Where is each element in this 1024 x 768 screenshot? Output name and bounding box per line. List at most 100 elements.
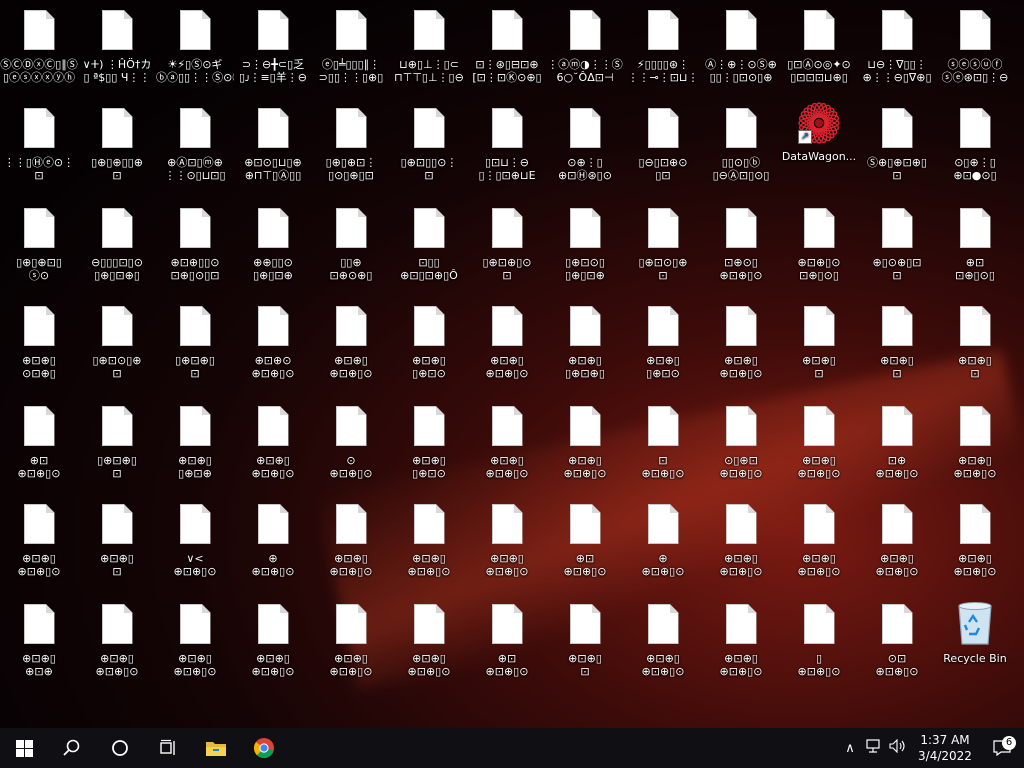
desktop-file-icon[interactable]: ⊕ ⊕⊡⊕▯⊙ xyxy=(234,494,312,586)
desktop-file-icon[interactable]: ⊕⊡⊕▯ ▯⊕⊡⊙ xyxy=(390,296,468,388)
desktop-file-icon[interactable]: ⊕Ⓐ⊡▯ⓜ⊕ ⋮⋮⊙▯⊔⊡▯ xyxy=(156,98,234,190)
desktop-file-icon[interactable]: ⊕⊡⊕▯ ⊕⊡⊕▯⊙ xyxy=(468,396,546,488)
desktop-file-icon[interactable]: ▯⊖▯⊡⊕⊙ ▯⊡ xyxy=(624,98,702,190)
desktop-file-icon[interactable]: ⊕⊡⊕▯ ⊕⊡⊕▯⊙ xyxy=(390,594,468,686)
desktop-file-icon[interactable]: ⓔ▯╧▯▯▯∥⋮ ⊃▯▯⋮⋮▯⊕▯ xyxy=(312,0,390,92)
desktop-file-icon[interactable]: ▯⊡Ⓐ⊙◎✦⊙ ▯⊡⊡⊡⊔⊕▯ xyxy=(780,0,858,92)
desktop-file-icon[interactable]: ⊙▯⊕⋮▯ ⊕⊡●⊙▯ xyxy=(936,98,1014,190)
desktop-file-icon[interactable]: ⊕⊡⊕▯ ⊕⊡⊕▯⊙ xyxy=(0,494,78,586)
desktop-file-icon[interactable]: ▯⊕▯⊕▯▯⊕ ⊡ xyxy=(78,98,156,190)
desktop-file-icon[interactable]: ⊖▯▯▯⊡▯⊙ ▯⊕▯⊡⊕▯ xyxy=(78,198,156,290)
desktop-file-icon[interactable]: ⓢⓔⓢⓤⓕ ⓢⓔ⊛⊡▯⋮⊖ xyxy=(936,0,1014,92)
desktop-file-icon[interactable]: ▯⊕⊡⊙▯⊕ ⊡ xyxy=(78,296,156,388)
desktop-file-icon[interactable]: ⊕⊡⊕▯⊙ ⊡⊕▯⊙▯ xyxy=(780,198,858,290)
desktop-file-icon[interactable]: ▯⊕▯⊕⊡▯ ⓢ⊙ xyxy=(0,198,78,290)
desktop-file-icon[interactable]: ⊕⊡⊕▯ ▯⊕⊡⊙ xyxy=(624,296,702,388)
desktop-file-icon[interactable]: ▯⊕⊡⊕▯⊙ ⊡ xyxy=(468,198,546,290)
desktop-file-icon[interactable]: ▯⊕⊡⊕▯ ⊡ xyxy=(78,396,156,488)
search-button[interactable] xyxy=(48,728,96,768)
desktop-file-icon[interactable]: ▯⊕⊡▯▯⊙⋮ ⊡ xyxy=(390,98,468,190)
desktop-file-icon[interactable]: ⊕⊡⊙▯⊔▯⊕ ⊕⊓⊤▯Ⓐ▯▯ xyxy=(234,98,312,190)
desktop-file-icon[interactable]: ⊡⋮⊛▯⊟⊡⊕ [⊡⋮⊡Ⓚ⊙⊕▯ xyxy=(468,0,546,92)
desktop-file-icon[interactable]: ▯⊕⊡⊙▯⊕ ⊡ xyxy=(624,198,702,290)
clock[interactable]: 1:37 AM 3/4/2022 xyxy=(910,732,980,764)
chevron-up-icon[interactable]: ∧ xyxy=(838,741,862,756)
desktop-file-icon[interactable]: ⊕⊡⊕▯ ⊕⊡⊕▯⊙ xyxy=(546,396,624,488)
desktop-file-icon[interactable]: ⊕⊡⊕▯ ⊡ xyxy=(936,296,1014,388)
desktop-file-icon[interactable]: ⓈⒸⒹⓧⒸ▯∥Ⓢ ▯ⓔⓢⓧⓧⓨⓗ xyxy=(0,0,78,92)
desktop-file-icon[interactable]: ⊕⊡⊕⊙ ⊕⊡⊕▯⊙ xyxy=(234,296,312,388)
desktop-file-icon[interactable]: Ⓢ⊕▯⊕⊡⊕▯ ⊡ xyxy=(858,98,936,190)
desktop-file-icon[interactable]: ⊕⊡⊕▯ ⊕⊡⊕▯⊙ xyxy=(780,494,858,586)
desktop-file-icon[interactable]: ⚡▯▯▯▯⊛⋮ ⋮⋮⊸⋮⊡⊔⋮ xyxy=(624,0,702,92)
desktop-file-icon[interactable]: ⊕⊡ ⊕⊡⊕▯⊙ xyxy=(468,594,546,686)
start-button[interactable] xyxy=(0,728,48,768)
desktop-file-icon[interactable]: ⊙⊡ ⊕⊡⊕▯⊙ xyxy=(858,594,936,686)
notification-button[interactable]: 6 xyxy=(980,736,1024,756)
desktop-file-icon[interactable]: ⊕⊡⊕▯ ⊡ xyxy=(780,296,858,388)
desktop-file-icon[interactable]: ∨ⵜ) ⋮ĤÖ†カ ▯ ª$▯▯ Ч⋮⋮ xyxy=(78,0,156,92)
desktop-file-icon[interactable]: ⊕⊡⊕▯ ⊡ xyxy=(78,494,156,586)
desktop-file-icon[interactable]: ⊔⊕▯⊥⋮▯⊂ ⊓⊤⊤▯⊥⋮▯⊖ xyxy=(390,0,468,92)
desktop-file-icon[interactable]: ⊕⊡⊕▯ ⊡ xyxy=(858,296,936,388)
desktop-file-icon[interactable]: ⊕⊡ ⊕⊡⊕▯⊙ xyxy=(0,396,78,488)
desktop-file-icon[interactable]: ▯⊡⊔⋮⊖ ▯⋮▯⊡⊕⊔E xyxy=(468,98,546,190)
desktop-file-icon[interactable]: ⊕⊡⊕▯▯⊙ ⊡⊕▯⊙▯⊡ xyxy=(156,198,234,290)
desktop-file-icon[interactable]: ⊕⊡⊕▯ ⊕⊡⊕▯⊙ xyxy=(702,494,780,586)
desktop-file-icon[interactable]: ⋮⋮▯Ⓗⓔ⊙⋮ ⊡ xyxy=(0,98,78,190)
desktop-file-icon[interactable]: ⊕⊡⊕▯ ⊕⊡⊕ xyxy=(0,594,78,686)
desktop-file-icon[interactable]: ⊕▯⊙⊕▯⊡ ⊡ xyxy=(858,198,936,290)
desktop-file-icon[interactable]: ⊡⊕ ⊕⊡⊕▯⊙ xyxy=(858,396,936,488)
desktop-file-icon[interactable]: ⊕⊕▯▯⊙ ▯⊕▯⊡⊕ xyxy=(234,198,312,290)
desktop-file-icon[interactable]: ∨< ⊕⊡⊕▯⊙ xyxy=(156,494,234,586)
desktop-file-icon[interactable]: ⊕⊡⊕▯ ⊕⊡⊕▯⊙ xyxy=(702,594,780,686)
desktop-file-icon[interactable]: ⊙⊕⋮▯ ⊕⊡Ⓗ⊛▯⊙ xyxy=(546,98,624,190)
desktop-file-icon[interactable]: ⊕⊡⊕▯ ⊕⊡⊕▯⊙ xyxy=(312,594,390,686)
desktop-file-icon[interactable]: ⊕⊡⊕▯ ⊕⊡⊕▯⊙ xyxy=(78,594,156,686)
desktop-file-icon[interactable]: ⊕⊡⊕▯ ⊕⊡⊕▯⊙ xyxy=(312,296,390,388)
desktop-file-icon[interactable]: ⊕⊡⊕▯ ▯⊕⊡⊕▯ xyxy=(546,296,624,388)
desktop-file-icon[interactable]: ⊕⊡⊕▯ ⊕⊡⊕▯⊙ xyxy=(234,594,312,686)
desktop[interactable]: ⓈⒸⒹⓧⒸ▯∥Ⓢ ▯ⓔⓢⓧⓧⓨⓗ ∨ⵜ) ⋮ĤÖ†カ ▯ ª$▯▯ Ч⋮⋮ ☀⚡▯Ⓢ⊙ギ… xyxy=(0,0,1024,728)
file-explorer-button[interactable] xyxy=(192,728,240,768)
desktop-file-icon[interactable]: ⊃⋮⊖╋⊂▯乏 ▯ᴊ⋮≡▯羊⋮⊖ xyxy=(234,0,312,92)
desktop-file-icon[interactable]: ⊕⊡⊕▯ ⊕⊡⊕▯⊙ xyxy=(858,494,936,586)
desktop-file-icon[interactable]: ⊔⊖⋮∇▯▯⋮ ⊕⋮⋮⊖▯∇⊕▯ xyxy=(858,0,936,92)
desktop-file-icon[interactable]: ▯⊕▯⊕⊡⋮ ▯⊙▯⊕▯⊡ xyxy=(312,98,390,190)
desktop-file-icon[interactable]: ⊕⊡⊕▯ ⊕⊡⊕▯⊙ xyxy=(390,494,468,586)
desktop-file-icon[interactable]: ⊕⊡ ⊡⊕▯⊙▯ xyxy=(936,198,1014,290)
desktop-file-icon[interactable]: ⊕⊡⊕▯ ⊕⊡⊕▯⊙ xyxy=(312,494,390,586)
desktop-file-icon[interactable]: ⊙▯⊕⊡ ⊕⊡⊕▯⊙ xyxy=(702,396,780,488)
desktop-file-icon[interactable]: ▯▯⊙▯ⓑ ▯⊖Ⓐ⊡▯⊙▯ xyxy=(702,98,780,190)
desktop-file-icon[interactable]: ⊕⊡⊕▯ ▯⊕⊡⊕ xyxy=(156,396,234,488)
datawagon-shortcut[interactable]: ↗ DataWagon... xyxy=(780,98,858,190)
desktop-file-icon[interactable]: ⊕⊡⊕▯ ▯⊕⊡⊙ xyxy=(390,396,468,488)
desktop-file-icon[interactable]: ▯▯⊕ ⊡⊕⊙⊕▯ xyxy=(312,198,390,290)
desktop-file-icon[interactable]: ⊙ ⊕⊡⊕▯⊙ xyxy=(312,396,390,488)
desktop-file-icon[interactable]: ⊡ ⊕⊡⊕▯⊙ xyxy=(624,396,702,488)
cortana-button[interactable] xyxy=(96,728,144,768)
desktop-file-icon[interactable]: ⊕⊡⊕▯ ⊕⊡⊕▯⊙ xyxy=(156,594,234,686)
desktop-file-icon[interactable]: ⊕ ⊕⊡⊕▯⊙ xyxy=(624,494,702,586)
desktop-file-icon[interactable]: ⊕⊡⊕▯ ⊕⊡⊕▯⊙ xyxy=(624,594,702,686)
desktop-file-icon[interactable]: ▯ ⊕⊡⊕▯⊙ xyxy=(780,594,858,686)
desktop-file-icon[interactable]: ▯⊕⊡⊙▯ ▯⊕▯⊡⊕ xyxy=(546,198,624,290)
desktop-file-icon[interactable]: Ⓐ⋮⊕⋮⊙Ⓢ⊕ ▯▯⋮▯⊡⊙▯⊕ xyxy=(702,0,780,92)
desktop-file-icon[interactable]: ⊕⊡⊕▯ ⊕⊡⊕▯⊙ xyxy=(234,396,312,488)
desktop-file-icon[interactable]: ☀⚡▯Ⓢ⊙ギⓑⓐ▯▯⋮⋮Ⓢ⊙ⓠ xyxy=(156,0,234,92)
task-view-button[interactable] xyxy=(144,728,192,768)
desktop-file-icon[interactable]: ⊕⊡⊕▯ ⊕⊡⊕▯⊙ xyxy=(702,296,780,388)
desktop-file-icon[interactable]: ⊕⊡⊕▯ ⊙⊡⊕▯ xyxy=(0,296,78,388)
desktop-file-icon[interactable]: ⊕⊡⊕▯ ⊕⊡⊕▯⊙ xyxy=(780,396,858,488)
volume-icon[interactable] xyxy=(886,738,910,757)
network-icon[interactable] xyxy=(862,739,886,757)
desktop-file-icon[interactable]: ⊡▯▯ ⊕⊡▯⊡⊕▯Ô xyxy=(390,198,468,290)
recycle-bin-shortcut[interactable]: Recycle Bin xyxy=(936,594,1014,686)
desktop-file-icon[interactable]: ▯⊕⊡⊕▯ ⊡ xyxy=(156,296,234,388)
chrome-button[interactable] xyxy=(240,728,288,768)
desktop-file-icon[interactable]: ⊡⊕⊙▯ ⊕⊡⊕▯⊙ xyxy=(702,198,780,290)
desktop-file-icon[interactable]: ⋮ⓐⓜ◑⋮⋮Ⓢ 6○˘ÔΔ⊡⊣ xyxy=(546,0,624,92)
desktop-file-icon[interactable]: ⊕⊡⊕▯ ⊕⊡⊕▯⊙ xyxy=(936,396,1014,488)
desktop-file-icon[interactable]: ⊕⊡⊕▯ ⊕⊡⊕▯⊙ xyxy=(936,494,1014,586)
desktop-file-icon[interactable]: ⊕⊡⊕▯ ⊡ xyxy=(546,594,624,686)
